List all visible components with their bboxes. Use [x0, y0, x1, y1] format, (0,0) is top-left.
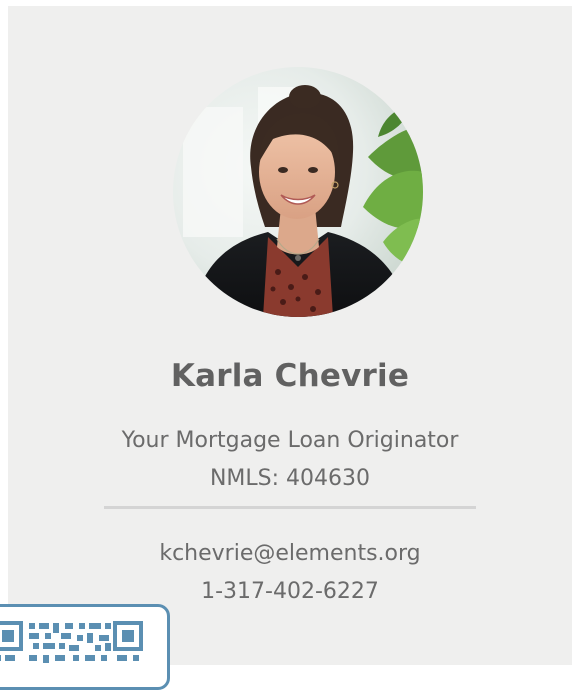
profile-photo — [173, 67, 423, 317]
divider — [104, 506, 476, 509]
person-name: Karla Chevrie — [170, 358, 410, 394]
phone-link[interactable]: 1-317-402-6227 — [8, 579, 572, 604]
nmls-number: NMLS: 404630 — [209, 466, 371, 491]
portrait-image — [173, 67, 423, 317]
email-link[interactable]: kchevrie@elements.org — [8, 541, 572, 566]
profile-card: Karla Chevrie Your Mortgage Loan Origina… — [8, 6, 572, 665]
qr-code-button[interactable] — [0, 604, 170, 690]
job-title: Your Mortgage Loan Originator — [121, 428, 459, 453]
qr-code-icon — [0, 621, 143, 663]
